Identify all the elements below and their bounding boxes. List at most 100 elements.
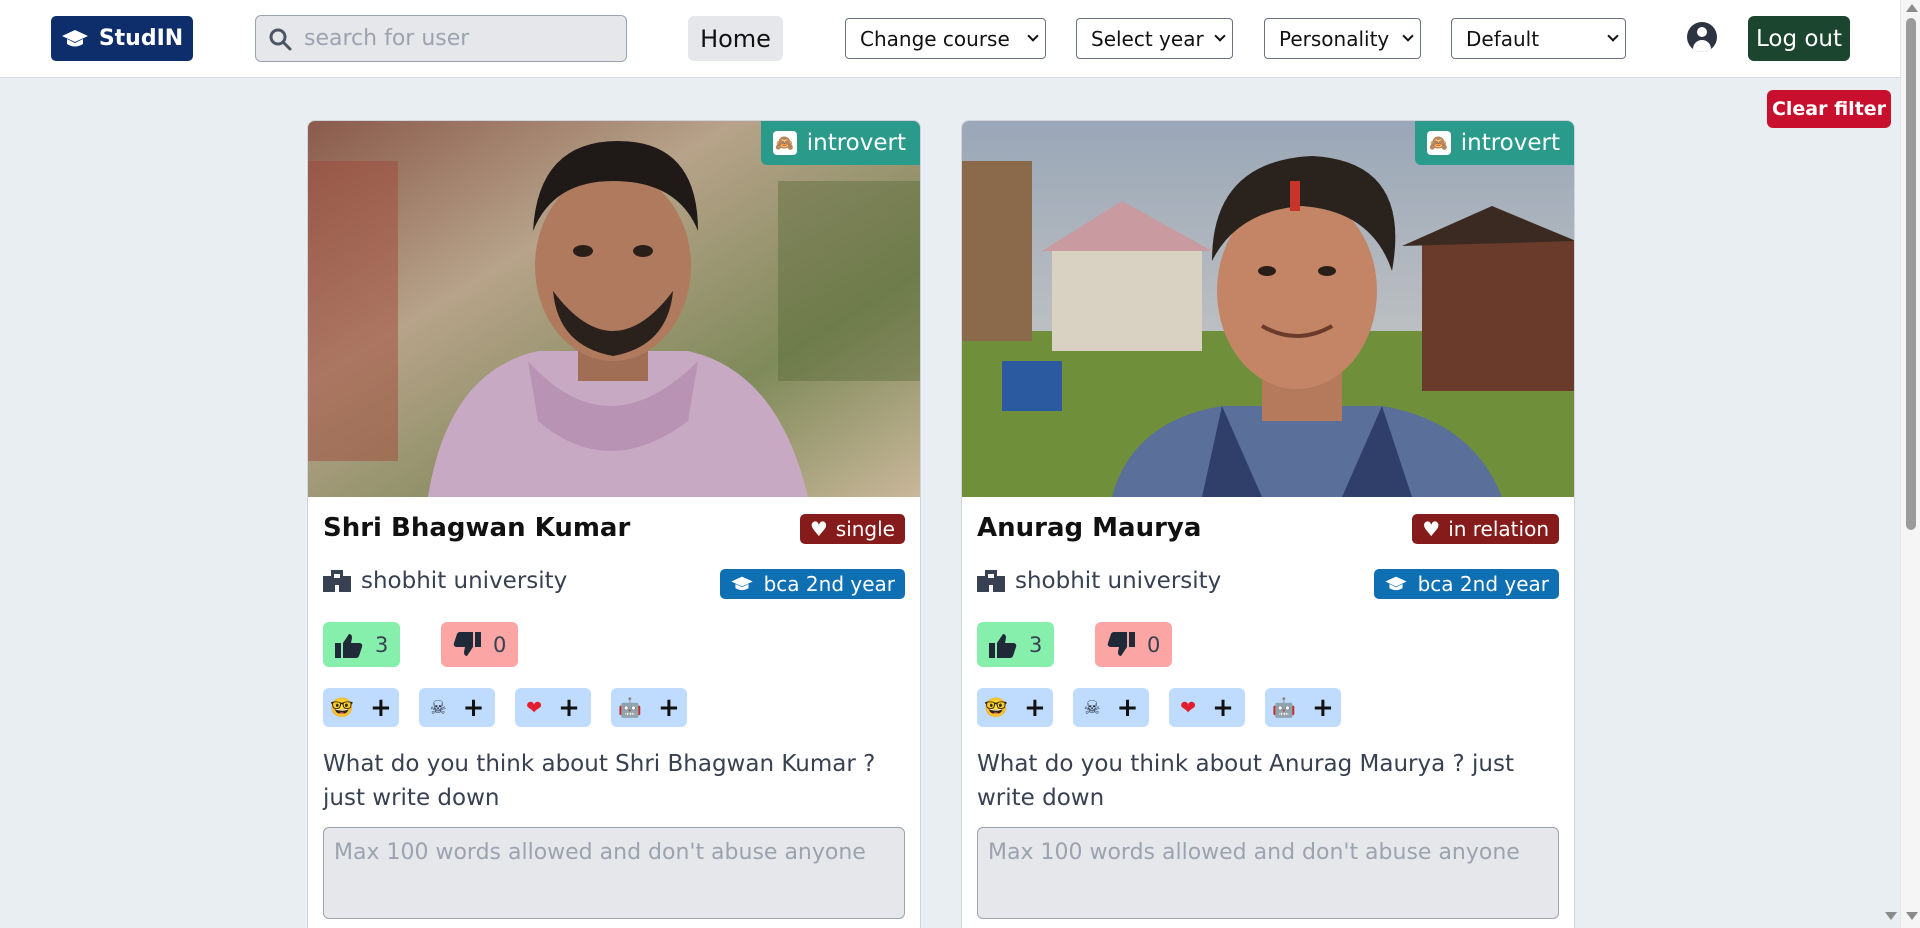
dislike-button[interactable]: 0 xyxy=(1095,622,1173,667)
relationship-badge: ♥ single xyxy=(799,514,905,544)
reaction-row: 🤓 + ☠ + ❤ + 🤖 + xyxy=(977,688,1341,727)
year-label: bca 2nd year xyxy=(1417,572,1549,596)
user-search-box[interactable] xyxy=(255,15,627,62)
relationship-label: in relation xyxy=(1448,517,1549,541)
chevron-down-icon xyxy=(1402,30,1414,42)
clear-filter-button[interactable]: Clear filter xyxy=(1767,90,1891,128)
plus-icon: + xyxy=(369,692,392,723)
reaction-robot-button[interactable]: 🤖 + xyxy=(611,688,687,727)
scroll-down-arrow-icon[interactable] xyxy=(1906,912,1918,920)
reaction-robot-button[interactable]: 🤖 + xyxy=(1265,688,1341,727)
heart-icon: ❤ xyxy=(526,696,543,719)
personality-select[interactable]: Personality xyxy=(1264,18,1421,59)
reaction-nerd-button[interactable]: 🤓 + xyxy=(323,688,399,727)
dislike-button[interactable]: 0 xyxy=(441,622,519,667)
comment-input[interactable] xyxy=(323,827,905,919)
comment-prompt: What do you think about Anurag Maurya ? … xyxy=(977,751,1514,811)
scrollbar-thumb[interactable] xyxy=(1906,18,1916,530)
year-badge: bca 2nd year xyxy=(1373,569,1559,599)
logout-button[interactable]: Log out xyxy=(1748,16,1850,61)
top-navbar: StudIN Home Change course Select year Pe… xyxy=(0,0,1900,78)
home-button[interactable]: Home xyxy=(688,16,783,61)
plus-icon: + xyxy=(462,692,485,723)
plus-icon: + xyxy=(558,692,580,723)
profile-photo xyxy=(308,121,920,497)
thumbs-up-icon xyxy=(335,633,363,658)
like-count: 3 xyxy=(375,632,389,657)
user-account-icon[interactable] xyxy=(1687,22,1717,52)
dislike-count: 0 xyxy=(493,632,507,657)
plus-icon: + xyxy=(1116,692,1139,723)
thumbs-down-icon xyxy=(1107,631,1135,656)
plus-icon: + xyxy=(1023,692,1046,723)
reaction-skull-button[interactable]: ☠ + xyxy=(419,688,495,727)
personality-label: introvert xyxy=(806,130,906,156)
heart-icon: ♥ xyxy=(1422,517,1441,541)
heart-icon: ❤ xyxy=(1180,696,1197,719)
user-card: 🙈 introvert Shri Bhagwan Kumar ♥ single … xyxy=(307,120,921,928)
year-badge: bca 2nd year xyxy=(719,569,905,599)
introvert-face-icon: 🙈 xyxy=(772,131,797,155)
logo-text: StudIN xyxy=(98,26,184,51)
graduation-cap-icon xyxy=(1384,576,1407,591)
personality-value: Personality xyxy=(1279,26,1390,51)
change-course-select[interactable]: Change course xyxy=(845,18,1046,59)
chevron-down-icon xyxy=(1607,30,1619,42)
university-name: shobhit university xyxy=(1015,568,1222,594)
university-row: shobhit university xyxy=(977,568,1221,594)
page-scrollbar[interactable] xyxy=(1900,0,1920,928)
university-name: shobhit university xyxy=(361,568,568,594)
plus-icon: + xyxy=(1212,692,1234,723)
like-count: 3 xyxy=(1029,632,1043,657)
search-icon xyxy=(269,28,292,50)
sort-select[interactable]: Default xyxy=(1451,18,1626,59)
school-building-icon xyxy=(977,570,1005,592)
thumbs-up-icon xyxy=(989,633,1017,658)
studin-logo[interactable]: StudIN xyxy=(51,16,193,61)
plus-icon: + xyxy=(1311,692,1334,723)
skull-icon: ☠ xyxy=(429,696,447,719)
user-name[interactable]: Anurag Maurya xyxy=(977,513,1201,543)
scroll-up-arrow-icon[interactable] xyxy=(1906,4,1918,12)
sort-value: Default xyxy=(1466,26,1540,51)
graduation-cap-icon xyxy=(730,576,753,591)
thumbs-down-icon xyxy=(453,631,481,656)
scroll-down-arrow-icon[interactable] xyxy=(1885,912,1897,920)
like-button[interactable]: 3 xyxy=(323,622,401,667)
robot-icon: 🤖 xyxy=(1272,697,1296,719)
plus-icon: + xyxy=(657,692,680,723)
robot-icon: 🤖 xyxy=(618,697,642,719)
user-name[interactable]: Shri Bhagwan Kumar xyxy=(323,513,630,543)
comment-prompt: What do you think about Shri Bhagwan Kum… xyxy=(323,751,876,811)
chevron-down-icon xyxy=(1214,30,1226,42)
relationship-badge: ♥ in relation xyxy=(1412,514,1559,544)
school-building-icon xyxy=(323,570,351,592)
reaction-row: 🤓 + ☠ + ❤ + 🤖 + xyxy=(323,688,687,727)
profile-photo xyxy=(962,121,1574,497)
reaction-heart-button[interactable]: ❤ + xyxy=(515,688,591,727)
year-label: bca 2nd year xyxy=(763,572,895,596)
personality-badge: 🙈 introvert xyxy=(1414,121,1574,165)
graduation-cap-icon xyxy=(61,29,88,46)
comment-input[interactable] xyxy=(977,827,1559,919)
nerd-face-icon: 🤓 xyxy=(984,697,1008,719)
change-course-value: Change course xyxy=(860,26,1010,51)
select-year-value: Select year xyxy=(1091,26,1204,51)
reaction-nerd-button[interactable]: 🤓 + xyxy=(977,688,1053,727)
heart-icon: ♥ xyxy=(809,517,828,541)
skull-icon: ☠ xyxy=(1083,696,1101,719)
university-row: shobhit university xyxy=(323,568,567,594)
relationship-label: single xyxy=(835,517,895,541)
reaction-skull-button[interactable]: ☠ + xyxy=(1073,688,1149,727)
like-button[interactable]: 3 xyxy=(977,622,1055,667)
reaction-heart-button[interactable]: ❤ + xyxy=(1169,688,1245,727)
personality-badge: 🙈 introvert xyxy=(760,121,920,165)
select-year-select[interactable]: Select year xyxy=(1076,18,1233,59)
search-input[interactable] xyxy=(304,26,604,51)
introvert-face-icon: 🙈 xyxy=(1426,131,1451,155)
dislike-count: 0 xyxy=(1147,632,1161,657)
user-card: 🙈 introvert Anurag Maurya ♥ in relation … xyxy=(961,120,1575,928)
personality-label: introvert xyxy=(1460,130,1560,156)
nerd-face-icon: 🤓 xyxy=(330,697,354,719)
chevron-down-icon xyxy=(1027,30,1039,42)
